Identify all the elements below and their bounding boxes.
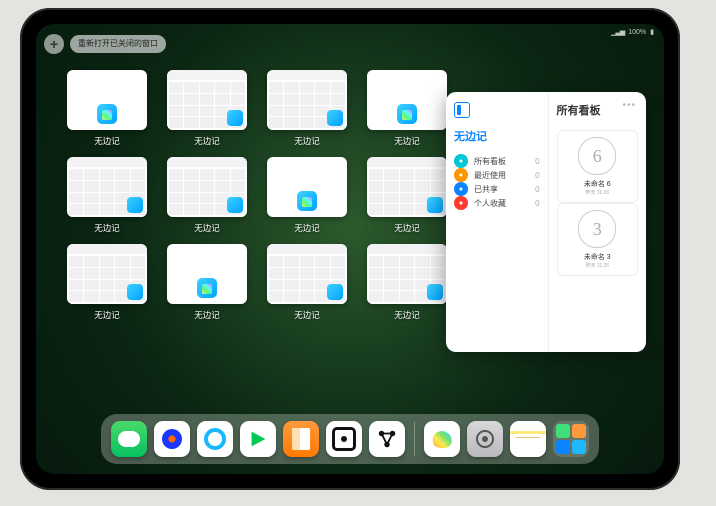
board-name: 未命名 3 (584, 252, 611, 262)
sidebar-item-count: 0 (535, 185, 539, 194)
wifi-icon: ▁▃▅ (611, 28, 624, 36)
board-time: 昨天 11:26 (586, 189, 610, 196)
sidebar-item-icon: ● (454, 168, 468, 182)
sidebar-item-count: 0 (535, 171, 539, 180)
app-switcher-tile[interactable]: 无边记 (166, 157, 248, 234)
board-thumbnail: 6 (578, 137, 616, 175)
battery-icon: ▮ (650, 28, 654, 36)
app-switcher-tile[interactable]: 无边记 (266, 157, 348, 234)
status-bar: ▁▃▅ 100% ▮ (611, 26, 654, 38)
tile-thumbnail (167, 70, 247, 130)
tile-thumbnail (367, 244, 447, 304)
sidebar-item[interactable]: ● 个人收藏 0 (454, 196, 540, 210)
app-switcher-tile[interactable]: 无边记 (66, 70, 148, 147)
tile-label: 无边记 (294, 222, 320, 234)
sidebar-item-icon: ● (454, 196, 468, 210)
app-switcher-tile[interactable]: 无边记 (66, 244, 148, 321)
dock-app-iqiyi[interactable] (240, 421, 276, 457)
sidebar-item-count: 0 (535, 157, 539, 166)
tile-thumbnail (367, 70, 447, 130)
tile-thumbnail (267, 157, 347, 217)
tile-label: 无边记 (194, 309, 220, 321)
tile-label: 无边记 (194, 222, 220, 234)
sidebar-item-icon: ● (454, 182, 468, 196)
tile-thumbnail (267, 70, 347, 130)
sidebar-item-label: 个人收藏 (474, 198, 506, 209)
app-switcher-tile[interactable]: 无边记 (266, 70, 348, 147)
more-icon[interactable]: ••• (622, 100, 636, 111)
freeform-sidebar: 无边记 ● 所有看板 0 ● 最近使用 0 ● 已共享 0 ● 个人收藏 0 (446, 92, 549, 352)
app-switcher-tile[interactable]: 无边记 (266, 244, 348, 321)
tile-label: 无边记 (394, 135, 420, 147)
freeform-boards-pane: 所有看板 6未命名 6昨天 11:263未命名 3昨天 11:25 (549, 92, 646, 352)
board-thumbnail: 3 (578, 210, 616, 248)
sidebar-item-label: 所有看板 (474, 156, 506, 167)
dock-app-tencent-video[interactable] (154, 421, 190, 457)
ipad-device-frame: ▁▃▅ 100% ▮ + 重新打开已关闭的窗口 无边记无边记无边记无边记无边记无… (20, 8, 680, 490)
dock-app-books[interactable] (283, 421, 319, 457)
dock-app-quark[interactable] (197, 421, 233, 457)
board-card[interactable]: 6 未命名 6昨天 11:26 (557, 130, 638, 203)
tile-label: 无边记 (294, 135, 320, 147)
battery-label: 100% (628, 29, 646, 36)
sidebar-item-label: 最近使用 (474, 170, 506, 181)
tile-thumbnail (267, 244, 347, 304)
tile-label: 无边记 (94, 222, 120, 234)
tile-label: 无边记 (394, 222, 420, 234)
dock-app-freeform[interactable] (424, 421, 460, 457)
app-switcher-grid: 无边记无边记无边记无边记无边记无边记无边记无边记无边记无边记无边记无边记 (66, 70, 436, 331)
app-switcher-tile[interactable]: 无边记 (166, 70, 248, 147)
dock-app-xmind-like[interactable] (369, 421, 405, 457)
app-switcher-tile[interactable]: 无边记 (366, 244, 448, 321)
tile-thumbnail (167, 244, 247, 304)
app-switcher-tile[interactable]: 无边记 (166, 244, 248, 321)
tile-label: 无边记 (94, 309, 120, 321)
sidebar-item[interactable]: ● 最近使用 0 (454, 168, 540, 182)
dock-separator (414, 422, 415, 456)
tile-label: 无边记 (94, 135, 120, 147)
screen: ▁▃▅ 100% ▮ + 重新打开已关闭的窗口 无边记无边记无边记无边记无边记无… (36, 24, 664, 474)
dock-app-wechat[interactable] (111, 421, 147, 457)
tile-thumbnail (367, 157, 447, 217)
reopen-closed-window-button[interactable]: 重新打开已关闭的窗口 (70, 35, 166, 53)
sidebar-item[interactable]: ● 已共享 0 (454, 182, 540, 196)
freeform-window[interactable]: ••• 无边记 ● 所有看板 0 ● 最近使用 0 ● 已共享 0 ● 个人收藏 0 所有看板 6 未命… (446, 92, 646, 352)
dock-app-notes[interactable] (510, 421, 546, 457)
sidebar-item-icon: ● (454, 154, 468, 168)
sidebar-toggle-icon[interactable] (454, 102, 470, 118)
app-switcher-tile[interactable]: 无边记 (366, 70, 448, 147)
app-switcher-tile[interactable]: 无边记 (66, 157, 148, 234)
board-time: 昨天 11:25 (586, 262, 610, 269)
app-switcher-tile[interactable]: 无边记 (366, 157, 448, 234)
board-card[interactable]: 3 未命名 3昨天 11:25 (557, 203, 638, 276)
sidebar-item-label: 已共享 (474, 184, 498, 195)
freeform-title: 无边记 (454, 128, 540, 144)
tile-label: 无边记 (194, 135, 220, 147)
dock-app-obsidian-like[interactable] (326, 421, 362, 457)
sidebar-item[interactable]: ● 所有看板 0 (454, 154, 540, 168)
dock (101, 414, 599, 464)
sidebar-item-count: 0 (535, 199, 539, 208)
tile-thumbnail (167, 157, 247, 217)
tile-label: 无边记 (294, 309, 320, 321)
tile-thumbnail (67, 157, 147, 217)
tile-thumbnail (67, 70, 147, 130)
tile-thumbnail (67, 244, 147, 304)
board-name: 未命名 6 (584, 179, 611, 189)
tile-label: 无边记 (394, 309, 420, 321)
new-window-button[interactable]: + (44, 34, 64, 54)
dock-app-settings[interactable] (467, 421, 503, 457)
dock-app-library[interactable] (553, 421, 589, 457)
